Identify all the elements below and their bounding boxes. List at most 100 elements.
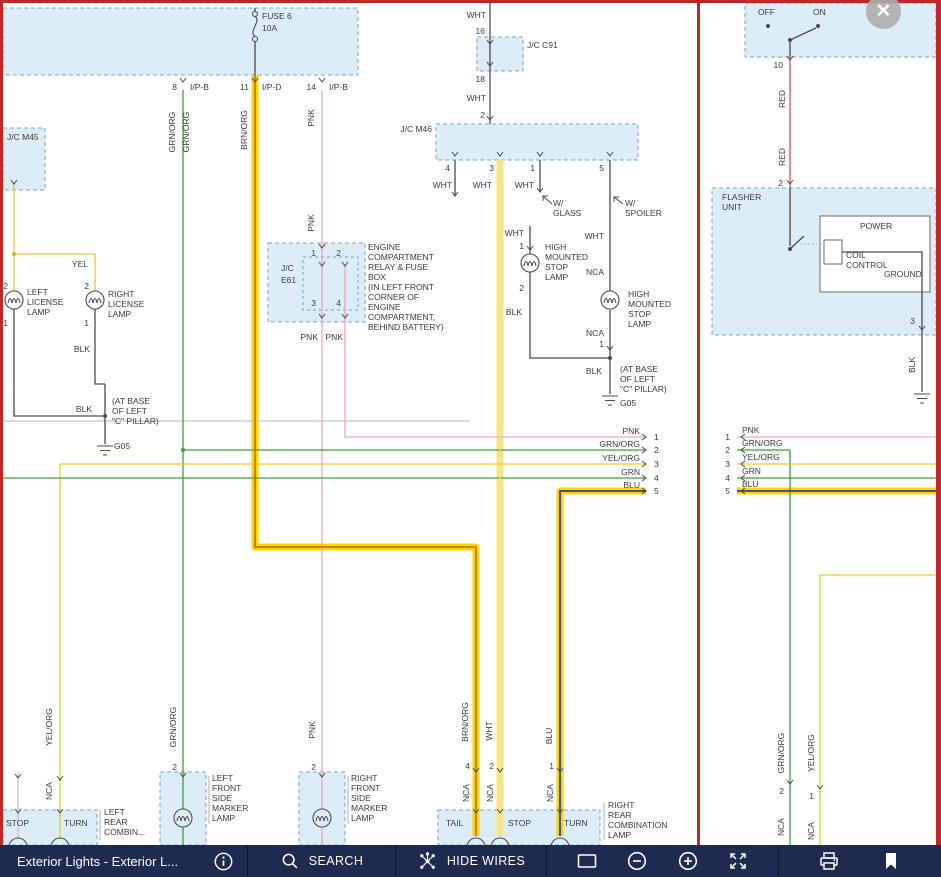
pin-label: 1: [809, 791, 814, 801]
search-label: SEARCH: [309, 854, 364, 868]
component-label: FRONT: [351, 783, 380, 793]
pin-label: 5: [599, 163, 604, 173]
component-label: RIGHT: [608, 800, 634, 810]
fit-page-button[interactable]: [576, 850, 598, 872]
component-note: ENGINE: [368, 242, 401, 252]
lamp-symbol: [86, 291, 104, 309]
info-button[interactable]: [213, 851, 234, 872]
hide-wires-button[interactable]: HIDE WIRES: [417, 851, 525, 872]
pin-label: 1: [3, 318, 8, 328]
app-window: FUSE 6 10A 8 I/P-B 11 I/P-D 14 I/P-B GRN…: [0, 0, 941, 877]
print-button[interactable]: [818, 850, 840, 872]
pin-label: 1: [549, 761, 554, 771]
ground-symbol: [97, 446, 113, 455]
expand-button[interactable]: [727, 850, 749, 872]
toolbar-title-section: Exterior Lights - Exterior L...: [0, 845, 247, 877]
frame-top: [0, 0, 941, 3]
wire-label: PNK: [623, 426, 641, 436]
switch-label: OFF: [758, 7, 775, 17]
lamp-symbol: [5, 291, 23, 309]
search-icon: [280, 851, 300, 871]
component-note: ENGINE: [368, 302, 401, 312]
toolbar-output-section: [778, 845, 941, 877]
wiring-diagram-canvas[interactable]: FUSE 6 10A 8 I/P-B 11 I/P-D 14 I/P-B GRN…: [0, 0, 941, 845]
component-label: COMBINATION: [608, 820, 667, 830]
pin-label: 2: [3, 281, 8, 291]
wire-label: YEL/ORG: [44, 708, 54, 746]
page-divider: [697, 0, 700, 845]
wire-blu-highlight[interactable]: [560, 491, 646, 836]
component-note: CORNER OF: [368, 292, 419, 302]
wire-label: PNK: [301, 332, 319, 342]
wire-yel-license[interactable]: [14, 184, 95, 291]
pin-label: 1: [725, 432, 730, 442]
component-label: SIDE: [351, 793, 371, 803]
wire-label: NCA: [485, 784, 495, 802]
wire-label: GRN/ORG: [599, 439, 640, 449]
pin-label: 5: [654, 486, 659, 496]
variant-note: SPOILER: [625, 208, 662, 218]
pin-label: 4: [654, 473, 659, 483]
wire-blk-license-ground[interactable]: [14, 309, 105, 444]
pin-label: 3: [725, 459, 730, 469]
wire-label: WHT: [585, 231, 604, 241]
component-label: HIGH: [545, 242, 566, 252]
wire-label: GRN/ORG: [742, 438, 783, 448]
component-label: LEFT: [27, 287, 48, 297]
frame-right: [936, 0, 941, 845]
wire-label: BLK: [74, 344, 90, 354]
pin-label: 11: [240, 82, 249, 92]
wire-yel-org-right-drop[interactable]: [820, 575, 936, 845]
wire-label: PNK: [742, 425, 760, 435]
wire-label: WHT: [473, 180, 492, 190]
wire-label: RED: [777, 148, 787, 166]
search-button[interactable]: SEARCH: [280, 851, 364, 871]
wire-label: WHT: [433, 180, 452, 190]
pin-label: 5: [725, 486, 730, 496]
fit-page-icon: [576, 850, 598, 872]
junction-dot: [608, 356, 612, 360]
junction-label: J/C M46: [400, 124, 432, 134]
component-label: RIGHT: [108, 289, 134, 299]
zoom-out-button[interactable]: [626, 850, 648, 872]
pin-label: 2: [779, 786, 784, 796]
wire-blu-core[interactable]: [560, 491, 646, 836]
component-label: LAMP: [212, 813, 235, 823]
component-label: LAMP: [545, 272, 568, 282]
lamp-section-label: TURN: [64, 818, 88, 828]
component-label: HIGH: [628, 289, 649, 299]
wire-stop-lamp-glass[interactable]: [530, 226, 610, 358]
wire-label: NCA: [586, 328, 604, 338]
component-label: POWER: [860, 221, 892, 231]
wire-label: BRN/ORG: [460, 702, 470, 742]
zoom-in-button[interactable]: [677, 850, 699, 872]
ground-symbol: [914, 394, 930, 403]
wire-label: GRN/ORG: [168, 707, 178, 748]
component-note: BEHIND BATTERY): [368, 322, 444, 332]
pin-label: 2: [336, 248, 341, 258]
pin-label: 2: [172, 762, 177, 772]
component-note: COMPARTMENT: [368, 252, 434, 262]
junction-label: J/C: [281, 263, 294, 273]
component-label: STOP: [628, 309, 651, 319]
pin-label: 3: [489, 163, 494, 173]
component-label: FRONT: [212, 783, 241, 793]
pin-label: 4: [336, 298, 341, 308]
pin-label: 4: [445, 163, 450, 173]
jc-c91-box: [477, 37, 523, 71]
ground-note: OF LEFT: [112, 406, 147, 416]
wire-label: NCA: [545, 784, 555, 802]
junction-label: E61: [281, 275, 296, 285]
wire-label: NCA: [806, 822, 816, 840]
junction-dot: [181, 448, 185, 452]
component-label: REAR: [608, 810, 632, 820]
wire-label: BLK: [76, 404, 92, 414]
toolbar-view-controls: [546, 845, 778, 877]
component-label: CONTROL: [846, 260, 888, 270]
component-note: COMPARTMENT,: [368, 312, 435, 322]
toolbar-hide-wires-section: HIDE WIRES: [395, 845, 546, 877]
component-label: LICENSE: [108, 299, 145, 309]
junction-dot: [12, 252, 16, 256]
bookmark-button[interactable]: [880, 850, 902, 872]
fuse-label: FUSE 6: [262, 11, 292, 21]
